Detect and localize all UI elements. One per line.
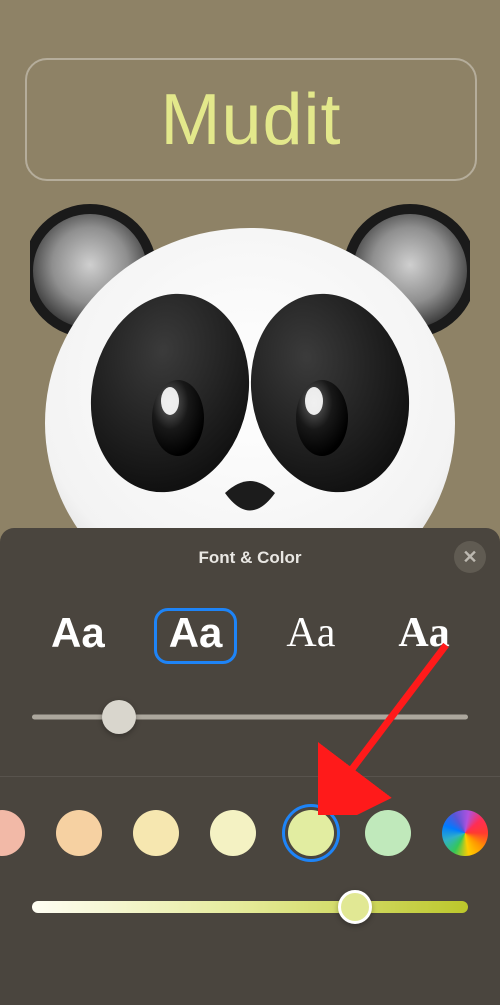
color-swatch-0[interactable] (0, 810, 25, 856)
font-size-track (32, 715, 468, 720)
font-size-slider[interactable] (32, 706, 468, 728)
font-option-2[interactable]: Aa (272, 608, 349, 664)
color-swatch-5[interactable] (365, 810, 411, 856)
color-picker-button[interactable] (442, 810, 488, 856)
color-brightness-thumb[interactable] (338, 890, 372, 924)
close-button[interactable]: ✕ (454, 541, 486, 573)
color-brightness-track (32, 901, 468, 913)
font-option-0[interactable]: Aa (37, 608, 119, 664)
contact-name-field[interactable]: Mudit (25, 58, 477, 181)
color-brightness-slider[interactable] (32, 896, 468, 918)
font-color-panel: Font & Color ✕ Aa Aa Aa Aa (0, 528, 500, 1005)
font-option-3[interactable]: Aa (384, 608, 463, 664)
color-swatch-4[interactable] (288, 810, 334, 856)
color-swatch-3[interactable] (210, 810, 256, 856)
color-swatch-2[interactable] (133, 810, 179, 856)
color-swatch-1[interactable] (56, 810, 102, 856)
close-icon: ✕ (462, 548, 477, 566)
font-picker-row: Aa Aa Aa Aa (0, 568, 500, 664)
font-option-1[interactable]: Aa (154, 608, 238, 664)
font-size-thumb[interactable] (102, 700, 136, 734)
contact-name-text: Mudit (160, 79, 341, 161)
color-swatch-row (0, 777, 500, 856)
panel-title: Font & Color (0, 528, 500, 568)
